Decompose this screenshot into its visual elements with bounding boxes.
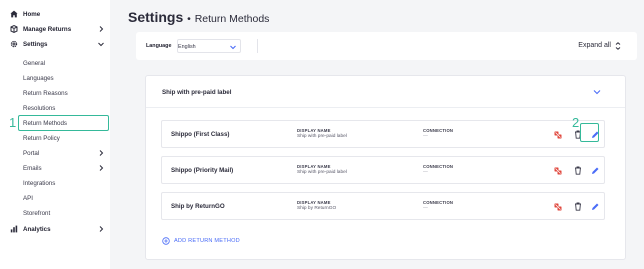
expand-icon[interactable] xyxy=(614,42,622,50)
sidebar-item-label: Return Reasons xyxy=(23,89,68,97)
plus-circle-icon xyxy=(162,237,170,245)
chevron-right-icon xyxy=(99,226,104,232)
active-item-highlight xyxy=(18,115,109,131)
display-name-value: Ship by ReturnGO xyxy=(297,206,337,211)
chart-icon xyxy=(10,225,18,233)
connection-value: — xyxy=(423,206,428,211)
sidebar-item-integrations[interactable]: Integrations xyxy=(0,176,110,190)
gear-icon xyxy=(10,40,18,48)
sidebar-item-label: Integrations xyxy=(23,179,56,187)
pencil-icon[interactable] xyxy=(591,166,600,175)
method-row: Shippo (Priority Mail) DISPLAY NAME Ship… xyxy=(161,156,605,184)
sidebar-item-emails[interactable]: Emails xyxy=(0,161,110,175)
sidebar-item-manage-returns[interactable]: Manage Returns xyxy=(0,22,110,36)
trash-icon[interactable] xyxy=(574,202,582,211)
group-header[interactable]: Ship with pre-paid label xyxy=(146,76,625,108)
method-name: Shippo (First Class) xyxy=(171,131,230,138)
divider xyxy=(257,39,258,53)
method-row: Shippo (First Class) DISPLAY NAME Ship w… xyxy=(161,120,605,148)
display-name-label: DISPLAY NAME xyxy=(297,128,331,133)
home-icon xyxy=(10,10,18,18)
display-name-value: Ship with pre-paid label xyxy=(297,134,347,139)
sidebar-item-label: Manage Returns xyxy=(23,25,72,33)
connection-label: CONNECTION xyxy=(423,128,454,133)
add-return-method-label: ADD RETURN METHOD xyxy=(174,238,240,244)
disconnected-icon[interactable] xyxy=(554,167,562,175)
language-label: Language xyxy=(146,43,172,49)
sidebar-item-label: Storefront xyxy=(23,209,51,217)
sidebar-item-label: Analytics xyxy=(23,225,51,233)
sidebar-item-label: Portal xyxy=(23,149,40,157)
expand-all-button[interactable]: Expand all xyxy=(578,42,611,49)
connection-value: — xyxy=(423,134,428,139)
sidebar-item-label: Emails xyxy=(23,164,42,172)
sidebar-item-settings[interactable]: Settings xyxy=(0,37,110,51)
sidebar-item-home[interactable]: Home xyxy=(0,7,110,21)
sidebar-item-label: API xyxy=(23,194,33,202)
display-name-label: DISPLAY NAME xyxy=(297,164,331,169)
add-return-method-button[interactable]: ADD RETURN METHOD xyxy=(162,237,240,245)
connection-value: — xyxy=(423,170,428,175)
disconnected-icon[interactable] xyxy=(554,203,562,211)
display-name-value: Ship with pre-paid label xyxy=(297,170,347,175)
chevron-down-icon[interactable] xyxy=(592,87,602,97)
pencil-icon[interactable] xyxy=(591,202,600,211)
chevron-right-icon xyxy=(99,165,104,171)
sidebar-item-storefront[interactable]: Storefront xyxy=(0,206,110,220)
step-marker-1: 1 xyxy=(9,115,17,130)
page-title-main: Settings xyxy=(128,9,184,25)
language-select[interactable]: English xyxy=(177,39,241,53)
page-title-separator: • xyxy=(187,13,191,25)
step-marker-2: 2 xyxy=(572,115,580,130)
sidebar-item-return-policy[interactable]: Return Policy xyxy=(0,131,110,145)
sidebar-item-return-reasons[interactable]: Return Reasons xyxy=(0,86,110,100)
sidebar: Home Manage Returns Settings General Lan… xyxy=(0,0,110,269)
sidebar-item-label: Home xyxy=(23,10,41,18)
sidebar-item-resolutions[interactable]: Resolutions xyxy=(0,101,110,115)
disconnected-icon[interactable] xyxy=(554,131,562,139)
chevron-right-icon xyxy=(99,150,104,156)
chevron-right-icon xyxy=(99,26,104,32)
return-method-group: Ship with pre-paid label Shippo (First C… xyxy=(145,75,626,260)
sidebar-item-languages[interactable]: Languages xyxy=(0,71,110,85)
language-select-value: English xyxy=(178,44,196,50)
sidebar-item-analytics[interactable]: Analytics xyxy=(0,222,110,236)
method-name: Ship by ReturnGO xyxy=(171,203,225,210)
sidebar-item-label: Resolutions xyxy=(23,104,56,112)
chevron-down-icon xyxy=(98,42,104,47)
sidebar-item-label: Settings xyxy=(23,40,48,48)
trash-icon[interactable] xyxy=(574,166,582,175)
language-bar: Language English Expand all xyxy=(136,32,637,60)
sidebar-item-api[interactable]: API xyxy=(0,191,110,205)
sidebar-item-label: General xyxy=(23,59,46,67)
method-row: Ship by ReturnGO DISPLAY NAME Ship by Re… xyxy=(161,192,605,220)
page-title: Settings • Return Methods xyxy=(128,9,269,25)
connection-label: CONNECTION xyxy=(423,200,454,205)
page-subtitle: Return Methods xyxy=(194,13,270,25)
connection-label: CONNECTION xyxy=(423,164,454,169)
display-name-label: DISPLAY NAME xyxy=(297,200,331,205)
group-title: Ship with pre-paid label xyxy=(162,89,232,96)
chevron-down-icon xyxy=(230,45,236,50)
returns-icon xyxy=(10,25,18,33)
sidebar-item-label: Return Policy xyxy=(23,134,60,142)
sidebar-item-general[interactable]: General xyxy=(0,56,110,70)
sidebar-item-portal[interactable]: Portal xyxy=(0,146,110,160)
sidebar-item-label: Languages xyxy=(23,74,54,82)
method-name: Shippo (Priority Mail) xyxy=(171,167,234,174)
edit-button-highlight xyxy=(580,123,599,142)
